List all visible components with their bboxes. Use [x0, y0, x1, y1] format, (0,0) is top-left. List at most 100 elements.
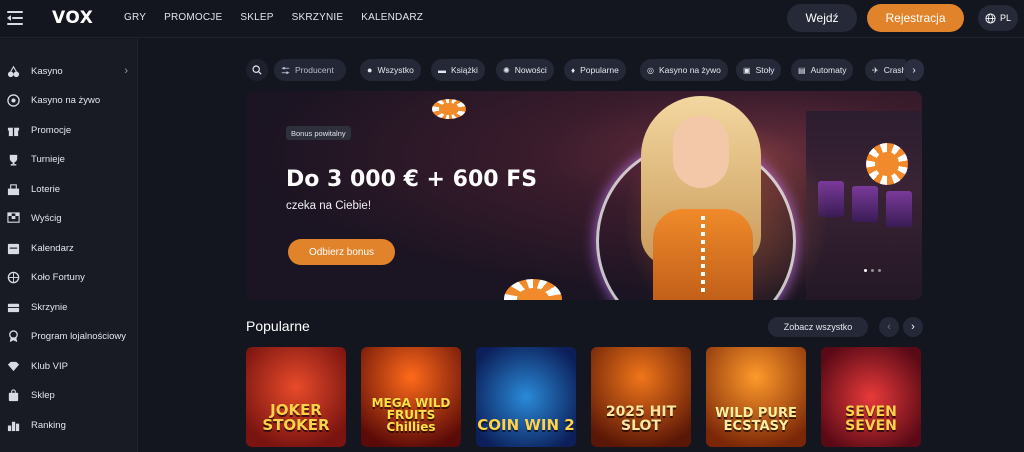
sidebar-item-label: Wyścig [31, 212, 62, 224]
chip-new[interactable]: ✺ Nowości [496, 59, 554, 81]
chip-crash[interactable]: ✈ Crash [865, 59, 906, 81]
chip-slots[interactable]: ▤ Automaty [791, 59, 854, 81]
logo[interactable]: VOX [52, 8, 93, 28]
race-flag-icon [6, 211, 20, 225]
carousel-dot[interactable] [871, 269, 874, 272]
language-selector[interactable]: PL [978, 5, 1018, 31]
chest-icon [6, 300, 20, 314]
nav-link-promotions[interactable]: PROMOCJE [164, 12, 222, 23]
main-nav: GRY PROMOCJE SKLEP SKRZYNIE KALENDARZ [124, 12, 441, 23]
sidebar-item-casino[interactable]: Kasyno › [0, 58, 138, 84]
sidebar-item-label: Loterie [31, 183, 61, 195]
slot-machine-icon: ▤ [798, 65, 806, 75]
language-code: PL [999, 13, 1011, 23]
wheel-icon [6, 270, 20, 284]
nav-link-games[interactable]: GRY [124, 12, 146, 23]
loyalty-icon [6, 329, 20, 343]
game-tile-mega-wild-fruits[interactable]: MEGA WILD FRUITS Chillies [361, 347, 461, 447]
popular-next-button[interactable]: › [903, 317, 923, 337]
chip-popular[interactable]: ♦ Popularne [564, 59, 626, 81]
popular-section-title: Popularne [246, 318, 310, 334]
cherries-icon: ● [367, 65, 373, 75]
sidebar-item-label: Klub VIP [31, 360, 68, 372]
sidebar-item-wheel-of-fortune[interactable]: Koło Fortuny [0, 264, 138, 290]
lottery-icon [6, 182, 20, 196]
game-tile-seven-seven[interactable]: SEVEN SEVEN [821, 347, 921, 447]
sidebar-item-label: Kasyno [31, 65, 63, 77]
sidebar: Kasyno › Kasyno na żywo Promocje Turniej… [0, 39, 138, 452]
sidebar-item-label: Koło Fortuny [31, 271, 85, 283]
chevron-left-icon: ‹ [887, 321, 891, 333]
hostess-illustration [631, 91, 781, 300]
globe-icon [985, 12, 996, 24]
game-title: WILD PURE ECSTASY [715, 406, 797, 434]
producer-filter[interactable]: Producent [274, 59, 346, 81]
sidebar-item-lotteries[interactable]: Loterie [0, 176, 138, 202]
login-button[interactable]: Wejdź [787, 4, 857, 32]
sidebar-item-ranking[interactable]: Ranking [0, 412, 138, 438]
search-icon [252, 65, 262, 75]
chip-books[interactable]: ▬ Książki [431, 59, 485, 81]
carousel-dots [864, 269, 881, 272]
chip-label: Nowości [514, 65, 547, 75]
sidebar-item-label: Sklep [31, 389, 55, 401]
trophy-icon [6, 152, 20, 166]
casino-chip-icon [504, 279, 562, 300]
cherries-icon [6, 64, 20, 78]
sidebar-item-tournaments[interactable]: Turnieje [0, 146, 138, 172]
casino-chip-icon [866, 143, 908, 185]
register-button[interactable]: Rejestracja [867, 4, 964, 32]
chip-live-casino[interactable]: ◎ Kasyno na żywo [640, 59, 728, 81]
game-tile-hit-slot[interactable]: 2025 HIT SLOT [591, 347, 691, 447]
chevron-right-icon: › [124, 65, 128, 77]
top-bar: VOX GRY PROMOCJE SKLEP SKRZYNIE KALENDAR… [0, 0, 1024, 38]
sidebar-item-vip-club[interactable]: Klub VIP [0, 353, 138, 379]
sidebar-item-chests[interactable]: Skrzynie [0, 294, 138, 320]
nav-link-calendar[interactable]: KALENDARZ [361, 12, 423, 23]
sidebar-item-label: Program lojalnościowy [31, 330, 127, 342]
sidebar-item-label: Ranking [31, 419, 66, 431]
game-tile-coin-win-2[interactable]: COIN WIN 2 [476, 347, 576, 447]
claim-bonus-button[interactable]: Odbierz bonus [288, 239, 395, 265]
shop-bag-icon [6, 388, 20, 402]
sidebar-item-race[interactable]: Wyścig [0, 205, 138, 231]
banner-headline: Do 3 000 € + 600 FS [286, 167, 538, 192]
sidebar-item-promotions[interactable]: Promocje [0, 117, 138, 143]
popular-prev-button[interactable]: ‹ [879, 317, 899, 337]
chip-label: Stoły [755, 65, 775, 75]
banner-subtitle: czeka na Ciebie! [286, 200, 372, 212]
roulette-icon: ◎ [647, 65, 654, 75]
sidebar-item-live-casino[interactable]: Kasyno na żywo [0, 87, 138, 113]
game-title: COIN WIN 2 [477, 416, 575, 434]
sidebar-item-label: Kasyno na żywo [31, 94, 101, 106]
game-tile-wild-pure-ecstasy[interactable]: WILD PURE ECSTASY [706, 347, 806, 447]
chip-label: Kasyno na żywo [658, 65, 721, 75]
ranking-icon [6, 418, 20, 432]
nav-link-shop[interactable]: SKLEP [240, 12, 273, 23]
game-title: MEGA WILD FRUITS Chillies [371, 396, 451, 434]
sidebar-item-shop[interactable]: Sklep [0, 382, 138, 408]
chip-label: Crash [883, 65, 906, 75]
carousel-dot[interactable] [864, 269, 867, 272]
sidebar-item-calendar[interactable]: Kalendarz [0, 235, 138, 261]
carousel-dot[interactable] [878, 269, 881, 272]
chevron-right-icon: › [911, 321, 915, 333]
chip-tables[interactable]: ▣ Stoły [736, 59, 782, 81]
game-title: SEVEN SEVEN [845, 404, 897, 434]
producer-filter-label: Producent [295, 65, 334, 75]
game-title: JOKER STOKER [262, 401, 330, 434]
menu-collapse-icon[interactable] [7, 11, 23, 25]
book-icon: ▬ [438, 65, 446, 75]
flame-icon: ♦ [571, 65, 576, 75]
nav-link-chests[interactable]: SKRZYNIE [292, 12, 344, 23]
casino-chip-icon [432, 99, 466, 119]
sidebar-item-label: Promocje [31, 124, 72, 136]
chip-all[interactable]: ● Wszystko [360, 59, 421, 81]
game-tile-joker-stoker[interactable]: JOKER STOKER [246, 347, 346, 447]
sidebar-item-loyalty[interactable]: Program lojalnościowy [0, 323, 138, 349]
promo-banner[interactable]: Bonus powitalny Do 3 000 € + 600 FS czek… [246, 91, 922, 300]
sidebar-item-label: Skrzynie [31, 301, 68, 313]
see-all-button[interactable]: Zobacz wszystko [768, 317, 868, 337]
search-button[interactable] [246, 59, 268, 81]
chips-scroll-right-button[interactable]: › [904, 59, 924, 81]
